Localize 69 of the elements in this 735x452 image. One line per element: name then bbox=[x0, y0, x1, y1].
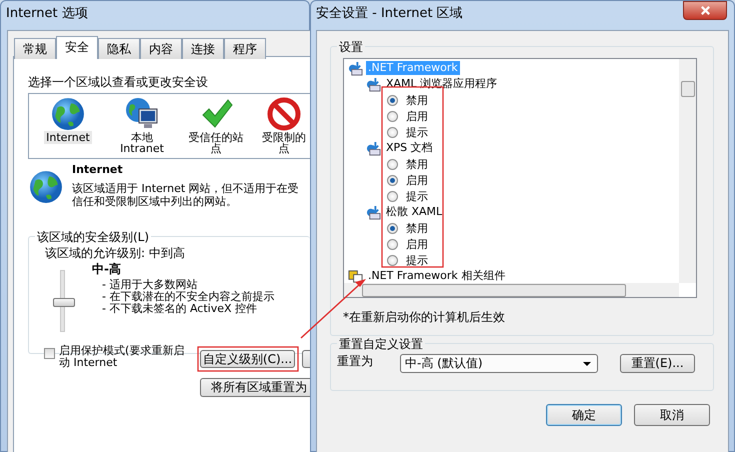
zone-item[interactable]: 受信任的站 点 bbox=[186, 131, 246, 155]
slider-thumb[interactable] bbox=[53, 298, 75, 306]
level-name: 中-高 bbox=[92, 261, 121, 278]
checkbox[interactable] bbox=[44, 348, 55, 359]
level-description: - 不下载未签名的 ActiveX 控件 bbox=[102, 303, 258, 315]
radio-button[interactable] bbox=[387, 158, 398, 170]
tree-item[interactable]: .NET Framework 相关组件 bbox=[366, 269, 508, 283]
globe-download-icon bbox=[348, 60, 363, 76]
window-title: Internet 选项 bbox=[6, 5, 88, 22]
button[interactable] bbox=[302, 350, 310, 368]
globe-icon bbox=[51, 97, 85, 131]
radio-button[interactable] bbox=[387, 238, 398, 250]
cancel-button[interactable]: 取消 bbox=[634, 404, 710, 426]
radio-label: 启用 bbox=[406, 172, 428, 188]
reset-to-label: 重置为 bbox=[337, 353, 373, 370]
forbidden-icon bbox=[267, 97, 301, 131]
globe-monitor-icon bbox=[125, 97, 159, 131]
zone-item[interactable]: 本地 Intranet bbox=[118, 131, 166, 155]
close-button[interactable] bbox=[683, 1, 727, 20]
ok-button[interactable]: 确定 bbox=[546, 404, 622, 426]
radio-label: 启用 bbox=[406, 108, 428, 124]
level-description: - 在下载潜在的不安全内容之前提示 bbox=[102, 291, 274, 303]
tab[interactable]: 程序 bbox=[224, 38, 266, 59]
tab[interactable]: 连接 bbox=[182, 38, 224, 59]
dropdown-caret-icon bbox=[583, 362, 591, 366]
radio-label: 禁用 bbox=[406, 156, 428, 172]
zone-item[interactable]: 受限制的 点 bbox=[260, 131, 308, 155]
checkbox-label: 启用保护模式(要求重新启动 Internet bbox=[59, 345, 186, 369]
zone-title: Internet bbox=[72, 163, 123, 176]
tree-item[interactable]: 松散 XAML bbox=[384, 205, 444, 219]
zone-description: 该区域适用于 Internet 网站，但不适用于在受信任和受限制区域中列出的网站。 bbox=[72, 182, 300, 208]
radio-button[interactable] bbox=[387, 174, 398, 186]
tab[interactable]: 隐私 bbox=[98, 38, 140, 59]
reset-level-dropdown[interactable]: 中-高 (默认值) bbox=[400, 354, 598, 373]
component-icon bbox=[348, 268, 363, 284]
radio-button[interactable] bbox=[387, 126, 398, 138]
globe-download-icon bbox=[366, 76, 381, 92]
zone-item[interactable]: Internet bbox=[44, 131, 92, 144]
radio-label: 禁用 bbox=[406, 220, 428, 236]
group-title: 该区域的安全级别(L) bbox=[35, 229, 152, 246]
radio-label: 提示 bbox=[406, 124, 428, 140]
tree-item[interactable]: XPS 文档 bbox=[384, 141, 435, 155]
close-icon bbox=[700, 5, 711, 16]
reset-all-zones-button[interactable]: 将所有区域重置为 bbox=[200, 378, 310, 397]
globe-download-icon bbox=[366, 140, 381, 156]
custom-level-button[interactable]: 自定义级别(C)... bbox=[200, 350, 295, 368]
zone-prompt: 选择一个区域以查看或更改安全设 bbox=[28, 74, 208, 91]
group-title: 重置自定义设置 bbox=[337, 336, 425, 353]
globe-icon bbox=[29, 170, 63, 204]
radio-button[interactable] bbox=[387, 190, 398, 202]
window-title: 安全设置 - Internet 区域 bbox=[316, 5, 463, 22]
radio-button[interactable] bbox=[387, 94, 398, 106]
horizontal-scrollbar[interactable] bbox=[344, 283, 679, 297]
level-description: - 适用于大多数网站 bbox=[102, 279, 198, 291]
tab[interactable]: 常规 bbox=[14, 38, 56, 59]
radio-button[interactable] bbox=[387, 222, 398, 234]
radio-label: 提示 bbox=[406, 252, 428, 268]
radio-button[interactable] bbox=[387, 110, 398, 122]
allowed-level-text: 该区域的允许级别: 中到高 bbox=[45, 245, 185, 262]
radio-button[interactable] bbox=[387, 254, 398, 266]
radio-label: 禁用 bbox=[406, 92, 428, 108]
tab[interactable]: 内容 bbox=[140, 38, 182, 59]
vertical-scrollbar[interactable] bbox=[679, 59, 696, 283]
restart-note: *在重新启动你的计算机后生效 bbox=[343, 309, 505, 326]
radio-label: 提示 bbox=[406, 188, 428, 204]
globe-download-icon bbox=[366, 204, 381, 220]
tab[interactable]: 安全 bbox=[56, 36, 98, 59]
reset-button[interactable]: 重置(E)... bbox=[620, 354, 695, 373]
radio-label: 启用 bbox=[406, 236, 428, 252]
